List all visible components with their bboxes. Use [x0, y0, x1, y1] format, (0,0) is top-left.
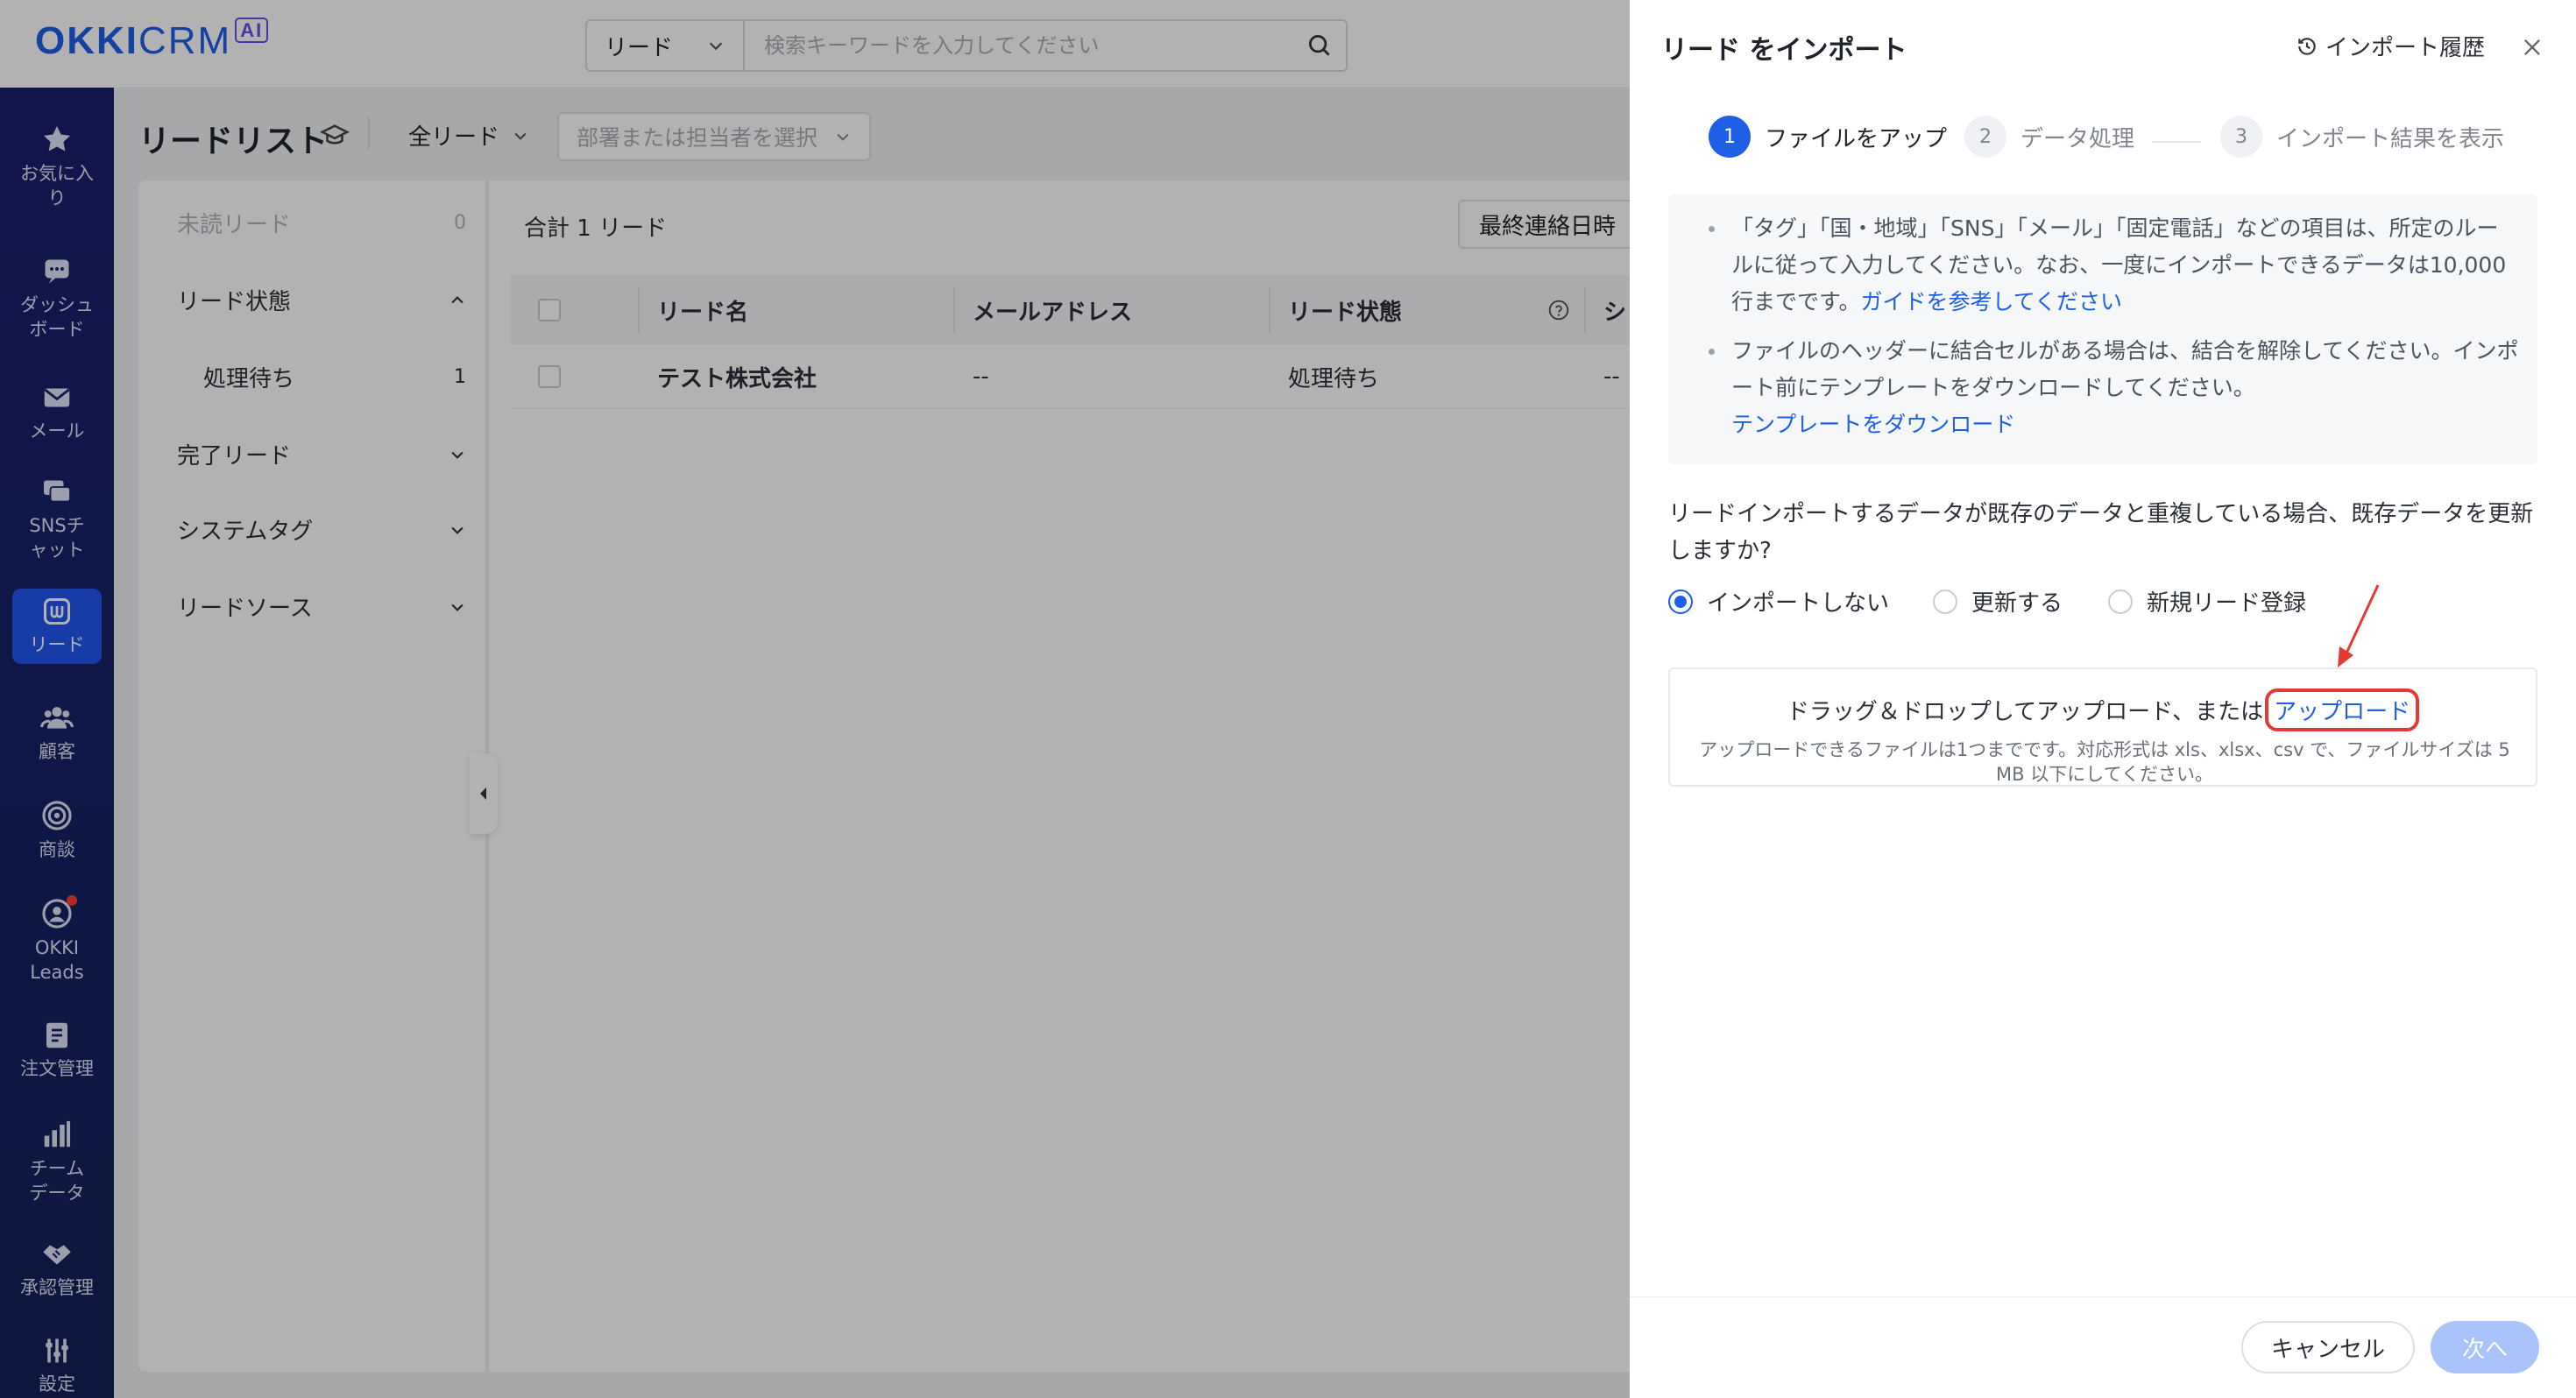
upload-hint: アップロードできるファイルは1つまでです。対応形式は xls、xlsx、csv …	[1699, 739, 2510, 785]
radio-no-import[interactable]: インポートしない	[1668, 585, 1889, 618]
upload-text: ドラッグ＆ドロップしてアップロード、または	[1786, 699, 2264, 725]
radio-button[interactable]	[1668, 589, 1693, 614]
step-label: データ処理	[2020, 125, 2135, 152]
close-icon[interactable]	[2515, 30, 2550, 65]
radio-button[interactable]	[1933, 589, 1957, 614]
radio-create-new[interactable]: 新規リード登録	[2108, 585, 2306, 618]
radio-label: インポートしない	[1707, 590, 1890, 617]
step-connector	[2152, 141, 2201, 143]
radio-label: 更新する	[1971, 590, 2063, 617]
drawer-title: リード をインポート	[1661, 35, 1907, 66]
step-result: 3 インポート結果を表示	[2220, 116, 2504, 158]
step-number: 3	[2220, 116, 2262, 158]
step-label: ファイルをアップ	[1765, 125, 1948, 152]
import-history-label: インポート履歴	[2325, 35, 2486, 61]
next-button[interactable]: 次へ	[2431, 1321, 2539, 1373]
duplicate-question: リードインポートするデータが既存のデータと重複している場合、既存データを更新しま…	[1668, 501, 2534, 564]
notice-item-template: ファイルのヘッダーに結合セルがある場合は、結合を解除してください。インポート前に…	[1709, 333, 2520, 443]
step-label: インポート結果を表示	[2276, 125, 2505, 152]
radio-button[interactable]	[2108, 589, 2133, 614]
modal-overlay[interactable]	[0, 0, 1630, 1398]
import-notice: 「タグ」「国・地域」「SNS」「メール」「固定電話」などの項目は、所定のルールに…	[1668, 194, 2537, 464]
annotation-arrow-icon	[2338, 584, 2380, 667]
upload-instruction: ドラッグ＆ドロップしてアップロード、または アップロード	[1670, 688, 2536, 731]
step-upload: 1 ファイルをアップ	[1709, 116, 1947, 158]
upload-dropzone[interactable]: ドラッグ＆ドロップしてアップロード、または アップロード アップロードできるファイ…	[1668, 667, 2537, 787]
download-template-link[interactable]: テンプレートをダウンロード	[1731, 412, 2015, 437]
radio-label: 新規リード登録	[2147, 590, 2307, 617]
notice-item-rules: 「タグ」「国・地域」「SNS」「メール」「固定電話」などの項目は、所定のルールに…	[1709, 210, 2520, 321]
radio-update[interactable]: 更新する	[1933, 585, 2063, 618]
footer-divider	[1630, 1296, 2576, 1297]
step-number: 1	[1709, 116, 1751, 158]
notice-text: ファイルのヘッダーに結合セルがある場合は、結合を解除してください。インポート前に…	[1731, 338, 2519, 400]
history-icon	[2298, 37, 2316, 55]
upload-link[interactable]: アップロード	[2265, 688, 2420, 731]
step-number: 2	[1964, 116, 2006, 158]
step-processing: 2 データ処理	[1964, 116, 2134, 158]
import-history-link[interactable]: インポート履歴	[2296, 30, 2485, 62]
guide-link[interactable]: ガイドを参考してください	[1861, 289, 2123, 314]
cancel-button[interactable]: キャンセル	[2241, 1321, 2415, 1373]
